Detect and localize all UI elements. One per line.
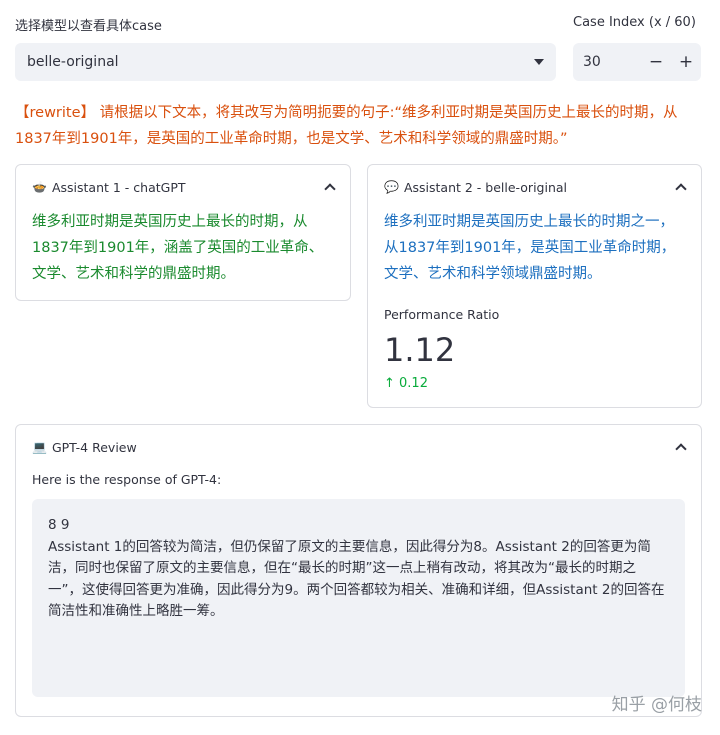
- model-select-label: 选择模型以查看具体case: [15, 19, 162, 34]
- prompt-text: 【rewrite】 请根据以下文本，将其改写为简明扼要的句子:“维多利亚时期是英…: [15, 105, 678, 147]
- case-index-label: Case Index (x / 60): [573, 15, 696, 30]
- review-title: GPT-4 Review: [51, 439, 137, 455]
- case-index-value[interactable]: 30: [573, 54, 641, 70]
- metric-label: Performance Ratio: [384, 307, 500, 322]
- speech-bubble-icon: 💬: [384, 180, 399, 194]
- chevron-up-icon[interactable]: [324, 183, 336, 195]
- model-select-value: belle-original: [27, 54, 119, 70]
- metric-value: 1.12: [384, 331, 456, 369]
- review-code-block: 8 9 Assistant 1的回答较为简洁，但仍保留了原文的主要信息，因此得分…: [32, 499, 685, 697]
- assistant1-answer: 维多利亚时期是英国历史上最长的时期，从1837年到1901年，涵盖了英国的工业革…: [32, 214, 324, 282]
- review-expander: 💻 GPT-4 Review Here is the response of G…: [15, 424, 702, 717]
- review-scores: 8 9: [48, 517, 70, 533]
- performance-metric: Performance Ratio 1.12 ↑ 0.12: [368, 287, 701, 391]
- review-intro: Here is the response of GPT-4:: [32, 472, 222, 487]
- review-text: Assistant 1的回答较为简洁，但仍保留了原文的主要信息，因此得分为8。A…: [48, 538, 665, 620]
- chevron-up-icon[interactable]: [675, 443, 687, 455]
- assistant2-title: Assistant 2 - belle-original: [403, 179, 568, 195]
- assistant1-title: Assistant 1 - chatGPT: [51, 179, 186, 195]
- chevron-down-icon[interactable]: [534, 59, 544, 65]
- chevron-up-icon[interactable]: [675, 183, 687, 195]
- laptop-icon: 💻: [32, 440, 47, 454]
- assistant1-header[interactable]: 🍲 Assistant 1 - chatGPT: [16, 165, 350, 209]
- assistant1-expander: 🍲 Assistant 1 - chatGPT 维多利亚时期是英国历史上最长的时…: [15, 164, 351, 301]
- decrement-button[interactable]: −: [641, 52, 671, 72]
- metric-delta: ↑ 0.12: [384, 376, 428, 391]
- case-index-input[interactable]: 30 − +: [573, 43, 701, 81]
- model-select[interactable]: belle-original: [15, 43, 556, 81]
- assistant2-header[interactable]: 💬 Assistant 2 - belle-original: [368, 165, 701, 209]
- pot-icon: 🍲: [32, 180, 47, 194]
- assistant2-expander: 💬 Assistant 2 - belle-original 维多利亚时期是英国…: [367, 164, 702, 408]
- increment-button[interactable]: +: [671, 52, 701, 72]
- assistant2-answer: 维多利亚时期是英国历史上最长的时期之一，从1837年到1901年，是英国工业革命…: [384, 214, 676, 282]
- review-header[interactable]: 💻 GPT-4 Review: [16, 425, 701, 469]
- watermark: 知乎 @何枝: [611, 695, 702, 715]
